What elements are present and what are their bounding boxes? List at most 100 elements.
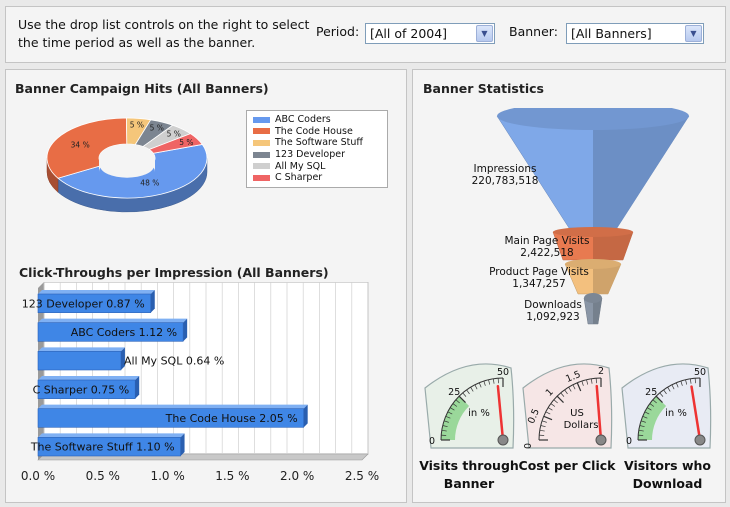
pie-hole-center bbox=[100, 153, 154, 178]
gauge-tick-label: 0 bbox=[429, 436, 435, 447]
gauge: 00.511.5 2USDollars bbox=[522, 363, 613, 449]
bar-top bbox=[38, 347, 125, 352]
bar-top bbox=[38, 433, 185, 438]
funnel-stage-value: 220,783,518 bbox=[472, 175, 539, 187]
intro-line-1: Use the drop list controls on the right … bbox=[18, 17, 310, 32]
bar-x-tick: 2.0 % bbox=[280, 469, 314, 483]
bar bbox=[37, 351, 122, 371]
pie-slice-label: 48 % bbox=[140, 178, 159, 187]
period-select-value: [All of 2004] bbox=[370, 26, 448, 41]
funnel-stage-value: 1,092,923 bbox=[526, 311, 579, 323]
gauge-tick-label: 50 bbox=[694, 367, 706, 378]
bar-label: All My SQL 0.64 % bbox=[124, 355, 224, 368]
bar-top bbox=[38, 376, 140, 380]
legend-swatch bbox=[253, 128, 270, 135]
funnel-stage-label: Product Page Visits bbox=[489, 266, 589, 278]
bar-label: C Sharper 0.75 % bbox=[33, 383, 130, 396]
period-label: Period: bbox=[316, 24, 360, 39]
legend-label: The Software Stuff bbox=[275, 137, 363, 149]
gauges: 02550in %00.511.5 2USDollars02550in % bbox=[424, 363, 712, 449]
legend-item: The Software Stuff bbox=[253, 137, 381, 149]
gauge-hub bbox=[497, 434, 509, 446]
gauge-hub bbox=[595, 434, 607, 446]
funnel-stage-top bbox=[584, 293, 602, 303]
bar-top bbox=[38, 404, 308, 409]
funnel-stage-label: Downloads bbox=[524, 299, 582, 311]
gauge-tick-label: 0 bbox=[523, 443, 534, 449]
bar-side bbox=[150, 290, 155, 313]
gauge-label-visits-line1: Visits through bbox=[419, 458, 519, 473]
gauge-unit: in % bbox=[665, 408, 687, 419]
legend-item: The Code House bbox=[253, 126, 381, 138]
gauge-label-cost: Cost per Click bbox=[517, 457, 617, 475]
legend-label: ABC Coders bbox=[275, 114, 331, 126]
gauge: 0 25 50 in % bbox=[621, 363, 712, 449]
gauge-tick-label: 50 bbox=[497, 367, 509, 378]
gauge-tick-label: 25 bbox=[645, 387, 657, 398]
chevron-down-icon[interactable]: ▼ bbox=[685, 25, 702, 42]
pie-slice-label: 5 % bbox=[150, 124, 164, 133]
bar-top bbox=[38, 318, 188, 323]
funnel-stage-label: Impressions bbox=[474, 163, 537, 175]
pie-chart-title: Banner Campaign Hits (All Banners) bbox=[15, 81, 269, 96]
legend-swatch bbox=[253, 116, 270, 123]
gauge-label-cost-line1: Cost per Click bbox=[518, 458, 616, 473]
chevron-down-icon[interactable]: ▼ bbox=[476, 25, 493, 42]
period-select[interactable]: [All of 2004] ▼ bbox=[365, 23, 495, 44]
pie-legend: ABC Coders The Code House The Software Stu… bbox=[246, 110, 388, 188]
funnel-stage-value: 2,422,518 bbox=[520, 247, 573, 259]
bar-label: The Software Stuff 1.10 % bbox=[30, 441, 175, 454]
gauge-unit: US bbox=[570, 408, 584, 419]
bar-x-tick: 2.5 % bbox=[345, 469, 379, 483]
filter-panel: Use the drop list controls on the right … bbox=[5, 6, 726, 63]
pie-slice-label: 5 % bbox=[179, 138, 193, 147]
banner-select-value: [All Banners] bbox=[571, 26, 652, 41]
pie-slice-label: 5 % bbox=[130, 121, 144, 130]
funnel-chart: Impressions220,783,518 Main Page Visits2,… bbox=[472, 108, 690, 325]
pie-chart: 48 %34 %5 % 5 %5 %5 % bbox=[46, 117, 208, 213]
bar-label: ABC Coders 1.12 % bbox=[71, 326, 177, 339]
banner-label: Banner: bbox=[509, 24, 558, 39]
gauge-tick-label: 2 bbox=[598, 366, 604, 377]
gauge-hub bbox=[694, 434, 706, 446]
legend-item: 123 Developer bbox=[253, 149, 381, 161]
gauge-tick-label: 25 bbox=[448, 387, 460, 398]
bar-x-tick: 0.5 % bbox=[86, 469, 120, 483]
legend-swatch bbox=[253, 139, 270, 146]
intro-line-2: the time period as well as the banner. bbox=[18, 35, 256, 50]
bar-chart: 0.0 % 0.5 % 1.0 % 1.5 % 2.0 % 2.5 % 123 Develo… bbox=[21, 282, 379, 483]
legend-item: All My SQL bbox=[253, 160, 381, 172]
gauge: 0 25 50 in % bbox=[424, 363, 515, 449]
legend-item: ABC Coders bbox=[253, 114, 381, 126]
gauge-label-downloads: Visitors who Download bbox=[615, 457, 720, 493]
bar-label: 123 Developer 0.87 % bbox=[22, 297, 145, 310]
legend-label: 123 Developer bbox=[275, 149, 346, 161]
pie-slice-label: 34 % bbox=[71, 141, 90, 150]
stats-panel: Banner Statistics Impressions 220,783,518… bbox=[412, 69, 726, 503]
gauge-unit: in % bbox=[468, 408, 490, 419]
legend-label: C Sharper bbox=[275, 172, 323, 184]
gauge-tick-label: 0 bbox=[626, 436, 632, 447]
bar-x-tick: 1.5 % bbox=[215, 469, 249, 483]
legend-item: C Sharper bbox=[253, 172, 381, 184]
gauge-label-downloads-line1: Visitors who bbox=[623, 458, 712, 473]
intro-text: Use the drop list controls on the right … bbox=[18, 16, 313, 52]
bar-x-tick: 0.0 % bbox=[21, 469, 55, 483]
gauge-label-visits-line2: Banner bbox=[443, 476, 495, 491]
charts-panel: Banner Campaign Hits (All Banners) 48 % 3… bbox=[5, 69, 407, 503]
funnel-stage-value: 1,347,257 bbox=[512, 278, 565, 290]
gauge-unit-2: Dollars bbox=[564, 420, 599, 431]
legend-swatch bbox=[253, 163, 270, 170]
legend-swatch bbox=[253, 151, 270, 158]
funnel-stage-label: Main Page Visits bbox=[504, 235, 589, 247]
bar-side bbox=[135, 376, 140, 399]
stats-title: Banner Statistics bbox=[423, 81, 544, 96]
bar-label: The Code House 2.05 % bbox=[165, 412, 298, 425]
bar-chart-title: Click-Throughs per Impression (All Banne… bbox=[19, 265, 329, 280]
gauge-label-visits: Visits through Banner bbox=[419, 457, 519, 493]
bar-top bbox=[38, 290, 155, 294]
banner-select[interactable]: [All Banners] ▼ bbox=[566, 23, 704, 44]
bar-x-tick: 1.0 % bbox=[150, 469, 184, 483]
legend-label: The Code House bbox=[275, 125, 353, 137]
gauge-label-downloads-line2: Download bbox=[632, 476, 703, 491]
